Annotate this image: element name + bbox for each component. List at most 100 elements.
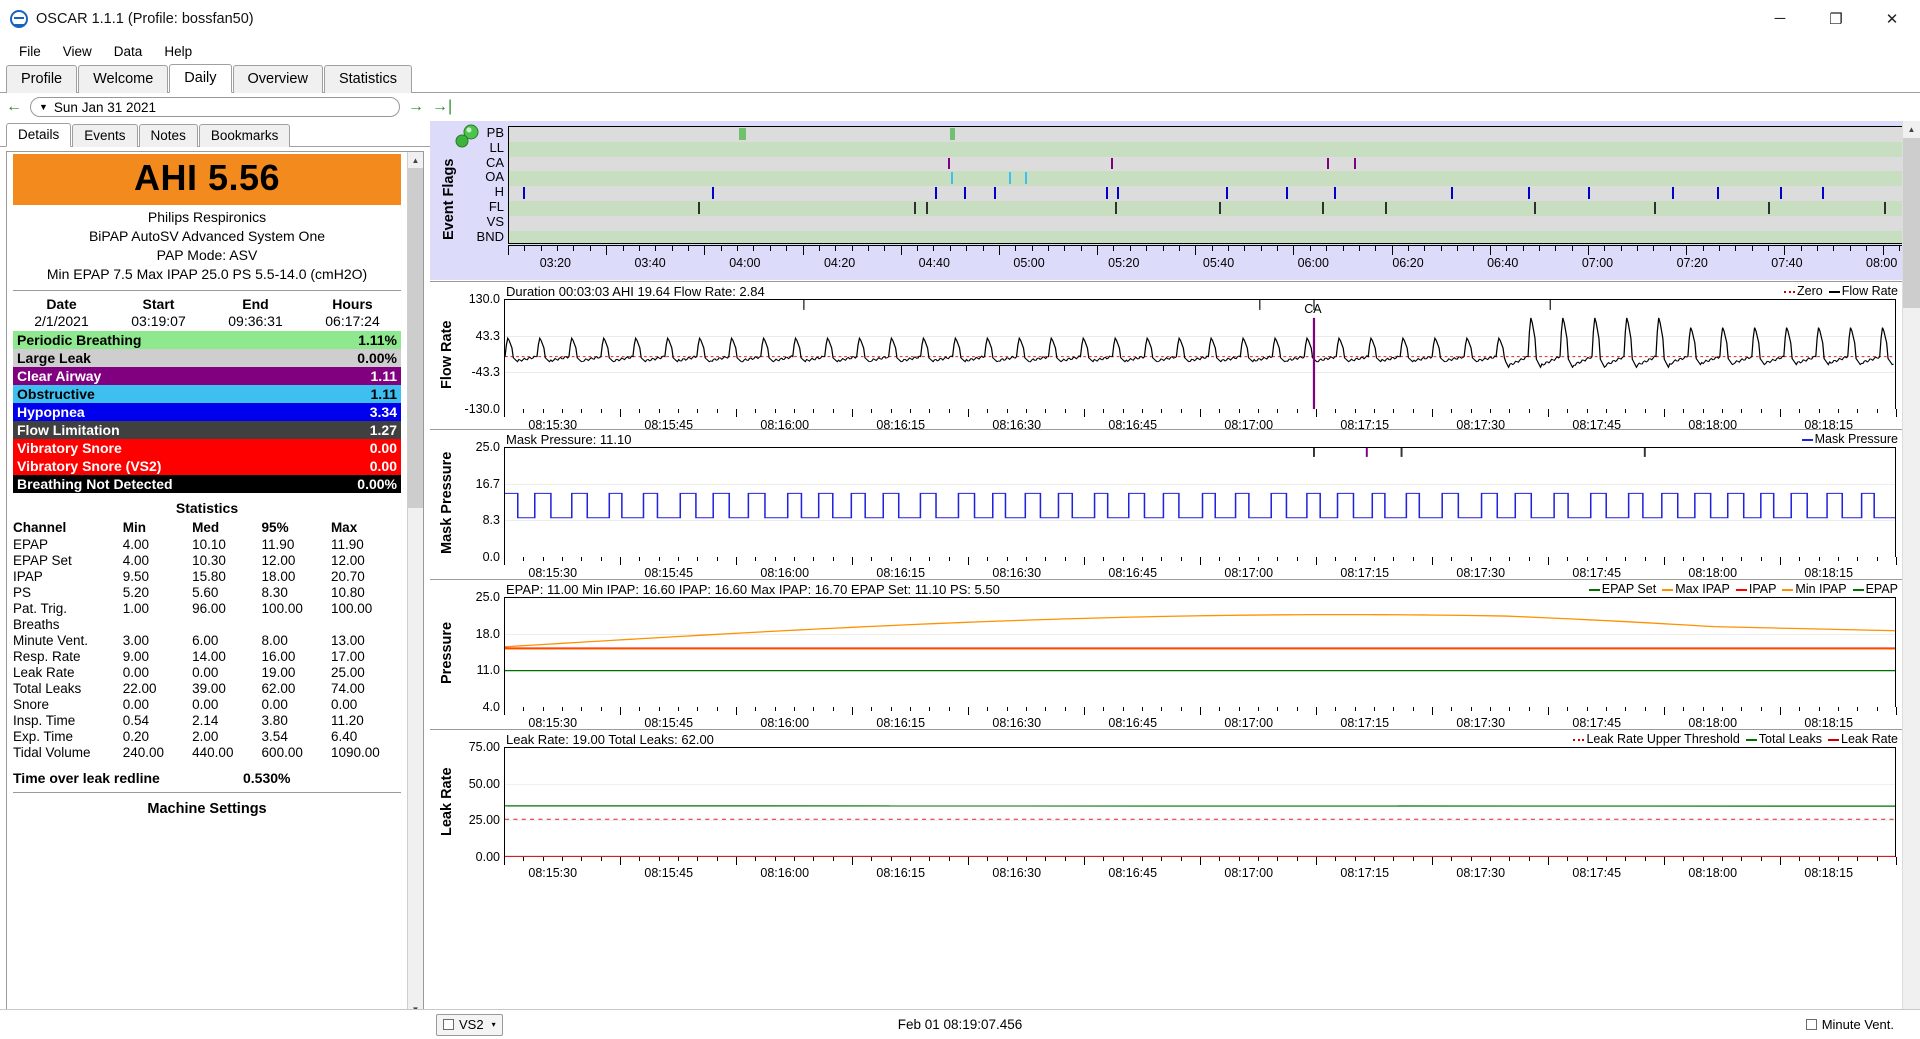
close-button[interactable]: ✕ <box>1864 0 1920 38</box>
graphs-scroll-up-icon[interactable]: ▲ <box>1903 121 1920 138</box>
stats-value: 17.00 <box>331 648 401 664</box>
tab-profile[interactable]: Profile <box>6 65 77 93</box>
mask-pressure-legend: Mask Pressure <box>1796 432 1898 446</box>
event-flags-time-label: 03:40 <box>634 256 665 270</box>
leak-redline-row: Time over leak redline 0.530% <box>13 760 401 786</box>
menu-view[interactable]: View <box>52 41 103 62</box>
event-label: Breathing Not Detected <box>13 475 313 493</box>
pressure-plot[interactable] <box>504 597 1896 707</box>
menu-file[interactable]: File <box>8 41 52 62</box>
stats-row: EPAP 4.00 10.10 11.90 11.90 <box>13 536 401 552</box>
stats-channel: IPAP <box>13 568 123 584</box>
legend-swatch <box>1746 739 1757 741</box>
cell-hours: 06:17:24 <box>304 313 401 331</box>
col-date: Date <box>13 295 110 313</box>
date-navigation-bar: ← ▼ Sun Jan 31 2021 → →| <box>0 93 1920 121</box>
previous-day-arrow-icon[interactable]: ← <box>6 99 22 115</box>
right-channel-select[interactable]: Minute Vent. <box>1806 1017 1894 1032</box>
menu-data[interactable]: Data <box>103 41 154 62</box>
pap-mode-label: PAP Mode: ASV <box>13 246 401 265</box>
event-flag-label-oa: OA <box>466 170 504 185</box>
event-flag-label-vs: VS <box>466 215 504 230</box>
mask-pressure-yaxis: 25.0 16.7 8.3 0.0 <box>452 447 500 557</box>
event-label: Vibratory Snore (VS2) <box>13 457 313 475</box>
details-scrollbar[interactable]: ▲ ▼ <box>407 152 423 1017</box>
left-channel-select[interactable]: VS2 ▾ <box>436 1014 503 1036</box>
chevron-down-icon[interactable]: ▼ <box>39 102 48 112</box>
stats-value: 11.20 <box>331 712 401 728</box>
col-start: Start <box>110 295 207 313</box>
event-label: Obstructive <box>13 385 313 403</box>
flow-rate-plot[interactable]: CA <box>504 299 1896 409</box>
left-channel-checkbox[interactable] <box>443 1019 454 1030</box>
tab-welcome[interactable]: Welcome <box>78 65 168 93</box>
pressure-graph[interactable]: Pressure EPAP: 11.00 Min IPAP: 16.60 IPA… <box>430 579 1902 729</box>
tab-notes[interactable]: Notes <box>139 124 198 147</box>
scroll-thumb[interactable] <box>408 168 423 508</box>
leak-rate-title: Leak Rate: 19.00 Total Leaks: 62.00 <box>506 732 714 747</box>
event-label: Periodic Breathing <box>13 331 313 349</box>
date-input[interactable]: ▼ Sun Jan 31 2021 <box>30 97 400 117</box>
legend-swatch <box>1784 291 1795 293</box>
event-label: Flow Limitation <box>13 421 313 439</box>
stats-channel: EPAP Set <box>13 552 123 568</box>
x-tick-label: 08:15:30 <box>528 566 577 580</box>
tab-daily[interactable]: Daily <box>169 64 231 93</box>
legend-label: Leak Rate Upper Threshold <box>1586 732 1739 746</box>
right-channel-label: Minute Vent. <box>1822 1017 1894 1032</box>
tab-bookmarks[interactable]: Bookmarks <box>199 124 291 147</box>
mask-pressure-plot[interactable] <box>504 447 1896 557</box>
event-value: 0.00% <box>313 349 401 367</box>
tab-events[interactable]: Events <box>72 124 137 147</box>
graphs-scrollbar[interactable]: ▲ <box>1902 121 1920 1017</box>
leak-rate-plot[interactable] <box>504 747 1896 857</box>
stats-row: Resp. Rate 9.00 14.00 16.00 17.00 <box>13 648 401 664</box>
flow-rate-graph[interactable]: Flow Rate Duration 00:03:03 AHI 19.64 Fl… <box>430 281 1902 429</box>
mask-pressure-graph[interactable]: Mask Pressure Mask Pressure: 11.10 Mask … <box>430 429 1902 579</box>
chevron-down-icon[interactable]: ▾ <box>492 1020 496 1029</box>
y-tick-label: 11.0 <box>477 663 500 677</box>
tab-statistics[interactable]: Statistics <box>324 65 412 93</box>
scroll-track[interactable] <box>408 168 423 1001</box>
x-tick-label: 08:16:45 <box>1108 866 1157 880</box>
last-day-arrow-icon[interactable]: →| <box>432 99 452 115</box>
event-marker-h <box>1672 187 1674 199</box>
next-day-arrow-icon[interactable]: → <box>408 99 424 115</box>
tab-details[interactable]: Details <box>6 123 71 147</box>
leak-rate-traces <box>505 748 1895 857</box>
stats-value: 62.00 <box>262 680 331 696</box>
leak-rate-graph[interactable]: Leak Rate Leak Rate: 19.00 Total Leaks: … <box>430 729 1902 879</box>
menu-help[interactable]: Help <box>153 41 203 62</box>
event-row: Flow Limitation 1.27 <box>13 421 401 439</box>
event-marker-fl <box>914 202 916 214</box>
pressure-xlabels: 08:15:30 08:15:45 08:16:00 08:16:15 08:16:30… <box>504 708 1896 726</box>
event-marker-fl <box>926 202 928 214</box>
event-marker-h <box>1106 187 1108 199</box>
stats-value: 8.00 <box>262 632 331 648</box>
event-flag-band-ll <box>509 142 1920 157</box>
main-content: Details Events Notes Bookmarks AHI 5.56 … <box>0 121 1920 1039</box>
stats-value: 12.00 <box>262 552 331 568</box>
stats-value: 100.00 <box>262 600 331 616</box>
event-marker-h <box>1822 187 1824 199</box>
stats-row: Tidal Volume 240.00 440.00 600.00 1090.00 <box>13 744 401 760</box>
graphs-scroll-thumb[interactable] <box>1903 138 1920 308</box>
event-flags-plot[interactable] <box>508 126 1920 244</box>
right-channel-checkbox[interactable] <box>1806 1019 1817 1030</box>
minimize-button[interactable]: ─ <box>1752 0 1808 38</box>
x-tick-label: 08:16:00 <box>760 716 809 730</box>
scroll-up-icon[interactable]: ▲ <box>408 152 423 168</box>
tab-overview[interactable]: Overview <box>233 65 323 93</box>
x-tick-label: 08:16:30 <box>992 716 1041 730</box>
stats-row: Leak Rate 0.00 0.00 19.00 25.00 <box>13 664 401 680</box>
maximize-button[interactable]: ❐ <box>1808 0 1864 38</box>
event-flag-band-oa <box>509 171 1920 186</box>
event-marker-oa <box>1025 172 1027 184</box>
ca-annotation-label: CA <box>1304 302 1321 316</box>
flow-rate-title: Duration 00:03:03 AHI 19.64 Flow Rate: 2… <box>506 284 765 299</box>
x-tick-label: 08:15:30 <box>528 866 577 880</box>
event-flags-graph[interactable]: Event Flags PB LL CA OA H FL VS BND 03:20 03:40 0… <box>430 121 1920 280</box>
stats-value: 0.00 <box>123 696 192 712</box>
event-marker-h <box>523 187 525 199</box>
event-flags-time-axis: 03:20 03:40 04:00 04:20 04:40 05:00 05:20 05:40… <box>508 245 1920 279</box>
